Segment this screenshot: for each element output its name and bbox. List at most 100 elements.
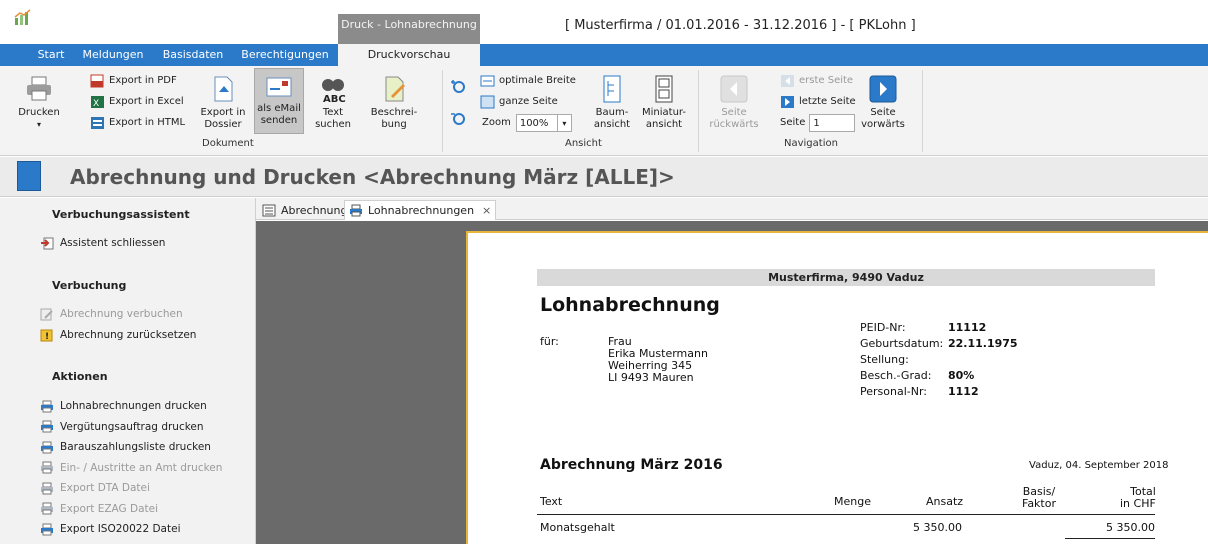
email-send-button[interactable]: als eMail senden [254, 68, 304, 134]
warning-document-icon: ! [40, 329, 53, 342]
tab-berechtigungen[interactable]: Berechtigungen [236, 44, 334, 66]
whole-page-label: ganze Seite [499, 96, 558, 107]
export-dossier-button[interactable]: Export in Dossier [198, 74, 248, 131]
info-label: Stellung: [860, 353, 909, 366]
zoom-out-icon[interactable] [450, 110, 466, 126]
print-icon [41, 420, 53, 433]
page-title: Abrechnung und Drucken <Abrechnung März … [70, 165, 675, 189]
dossier-icon [214, 76, 233, 102]
document-tab-bar: Abrechnung Lohnabrechnungen × [256, 198, 1208, 220]
print-icon [41, 482, 53, 494]
context-tab-label: Druck - Lohnabrechnung [338, 14, 480, 44]
optimal-width-label: optimale Breite [499, 75, 576, 86]
close-icon[interactable]: × [482, 204, 491, 217]
table-cell-text: Monatsgehalt [540, 521, 615, 534]
description-button[interactable]: Beschrei- bung [368, 74, 420, 131]
sidebar-item-label: Vergütungsauftrag drucken [60, 420, 204, 433]
zoom-dropdown-icon[interactable]: ▾ [557, 114, 572, 132]
info-value: 22.11.1975 [948, 337, 1018, 350]
thumbnail-view-button[interactable]: Miniatur- ansicht [638, 74, 690, 131]
group-separator [442, 70, 443, 152]
sidebar-item-book-statement[interactable]: Abrechnung verbuchen [40, 306, 183, 322]
sidebar-heading-verbuchung: Verbuchung [52, 279, 127, 292]
sidebar-item-label: Export DTA Datei [60, 482, 150, 494]
sidebar-action-item[interactable]: Export EZAG Datei [40, 501, 158, 517]
tab-lohnabrechnungen[interactable]: Lohnabrechnungen × [344, 200, 497, 220]
export-excel-button[interactable]: X Export in Excel [90, 93, 184, 111]
last-page-label: letzte Seite [799, 96, 856, 107]
fit-width-icon [480, 75, 495, 87]
sidebar-action-item[interactable]: Barauszahlungsliste drucken [40, 439, 211, 455]
sidebar-heading-aktionen: Aktionen [52, 370, 108, 383]
first-page-button[interactable]: erste Seite [780, 72, 853, 90]
column-header-text: Text [540, 495, 563, 508]
sidebar-action-item[interactable]: Lohnabrechnungen drucken [40, 398, 207, 414]
whole-page-button[interactable]: ganze Seite [480, 93, 558, 111]
print-icon [41, 400, 53, 412]
window-title: [ Musterfirma / 01.01.2016 - 31.12.2016 … [565, 18, 916, 33]
whole-page-icon [480, 95, 495, 109]
ribbon-tab-bar: Start Meldungen Basisdaten Berechtigunge… [0, 44, 1208, 67]
last-page-icon [781, 96, 794, 108]
tree-view-label: Baum- ansicht [593, 107, 631, 130]
svg-text:!: ! [45, 332, 49, 342]
export-pdf-button[interactable]: Export in PDF [90, 72, 177, 90]
tab-label: Abrechnung [281, 203, 348, 217]
tab-druckvorschau[interactable]: Druckvorschau [338, 44, 480, 67]
info-label: PEID-Nr: [860, 321, 906, 334]
info-label: Geburtsdatum: [860, 337, 944, 350]
tab-abrechnung[interactable]: Abrechnung [258, 200, 351, 220]
page-forward-button[interactable]: Seite vorwärts [858, 74, 908, 131]
thumbnail-icon [655, 75, 673, 103]
binoculars-icon: ABC [322, 79, 346, 104]
zoom-control: Zoom 100% ▾ [482, 114, 572, 132]
optimal-width-button[interactable]: optimale Breite [480, 72, 576, 90]
app-chart-icon[interactable] [14, 8, 32, 26]
first-page-label: erste Seite [799, 75, 854, 86]
export-excel-label: Export in Excel [109, 96, 184, 107]
sidebar-action-item[interactable]: Vergütungsauftrag drucken [40, 419, 204, 435]
html-icon [91, 117, 104, 129]
exit-icon [41, 237, 54, 249]
sidebar-action-item[interactable]: Ein- / Austritte an Amt drucken [40, 460, 222, 476]
page-number-input[interactable]: 1 [809, 114, 856, 132]
page-header: Abrechnung und Drucken <Abrechnung März … [0, 157, 1208, 197]
tab-meldungen[interactable]: Meldungen [80, 44, 146, 66]
text-search-button[interactable]: ABC Text suchen [310, 74, 356, 131]
column-header-basis: Basis/ Faktor [1022, 485, 1056, 510]
last-page-button[interactable]: letzte Seite [780, 93, 856, 111]
tab-start[interactable]: Start [30, 44, 72, 66]
sidebar-item-reset-statement[interactable]: ! Abrechnung zurücksetzen [40, 327, 196, 343]
tree-view-button[interactable]: Baum- ansicht [590, 74, 634, 131]
dropdown-arrow-icon[interactable]: ▾ [14, 119, 64, 131]
table-rule [1065, 538, 1155, 539]
sidebar-item-close-assistant[interactable]: Assistent schliessen [40, 235, 165, 251]
text-search-label: Text suchen [315, 107, 351, 130]
description-label: Beschrei- bung [370, 107, 418, 130]
email-send-label: als eMail senden [257, 103, 301, 126]
page-label: Seite [780, 117, 806, 128]
page-back-button[interactable]: Seite rückwärts [708, 74, 760, 131]
print-icon [41, 461, 53, 474]
table-cell-ansatz: 5 350.00 [913, 521, 962, 534]
info-label: Personal-Nr: [860, 385, 927, 398]
zoom-label: Zoom [482, 117, 511, 128]
group-label-navigation: Navigation [784, 138, 838, 149]
for-label: für: [540, 335, 559, 348]
excel-icon: X [91, 96, 104, 109]
print-button[interactable]: Drucken ▾ [14, 74, 64, 131]
zoom-in-icon[interactable] [450, 78, 466, 94]
sidebar-action-item[interactable]: Export DTA Datei [40, 480, 150, 496]
tab-basisdaten[interactable]: Basisdaten [156, 44, 230, 66]
sidebar-action-item[interactable]: Export ISO20022 Datei [40, 521, 181, 537]
title-bar: Druck - Lohnabrechnung [ Musterfirma / 0… [0, 0, 1208, 44]
zoom-input[interactable]: 100% [515, 114, 558, 132]
document-date: Vaduz, 04. September 2018 [1029, 460, 1169, 471]
export-html-button[interactable]: Export in HTML [90, 114, 185, 132]
info-value: 1112 [948, 385, 979, 398]
group-separator [922, 70, 923, 152]
tree-view-icon [603, 75, 621, 103]
document-pencil-icon [385, 76, 405, 102]
column-header-menge: Menge [834, 495, 871, 508]
column-header-total: Total in CHF [1120, 485, 1156, 510]
